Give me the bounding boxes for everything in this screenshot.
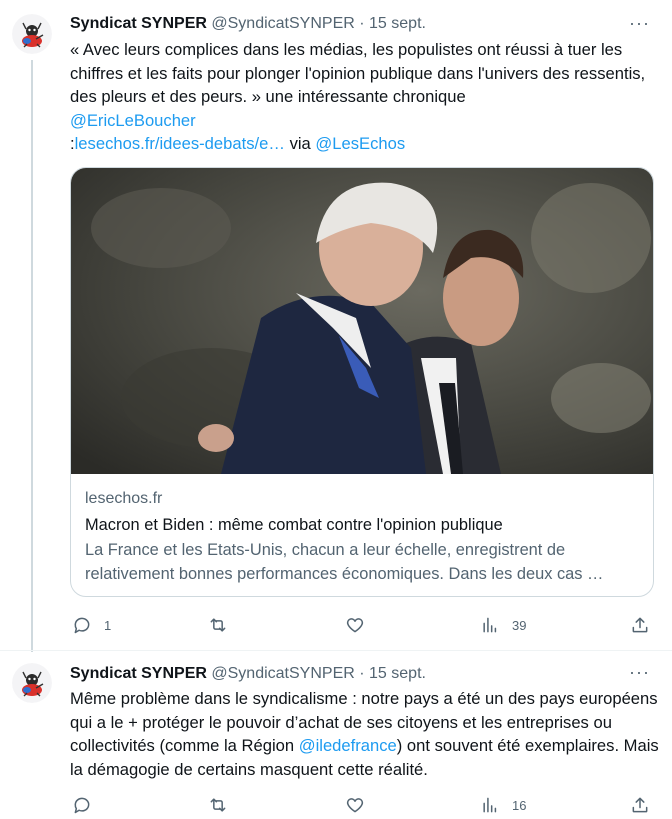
tweet-header: Syndicat SYNPER @SyndicatSYNPER · 15 sep… <box>70 13 426 35</box>
avatar[interactable] <box>12 663 52 703</box>
retweet-button[interactable] <box>208 613 240 637</box>
card-image <box>71 168 653 474</box>
tweet-date[interactable]: 15 sept. <box>369 15 426 32</box>
tweet[interactable]: Syndicat SYNPER @SyndicatSYNPER · 15 sep… <box>0 650 672 819</box>
reply-icon <box>74 797 90 814</box>
tweet[interactable]: Syndicat SYNPER @SyndicatSYNPER · 15 sep… <box>0 0 672 652</box>
more-horizontal-icon[interactable]: ··· <box>629 14 650 32</box>
url-link[interactable]: lesechos.fr/idees-debats/e… <box>75 134 285 153</box>
card-domain: lesechos.fr <box>85 490 163 507</box>
tweet-text-body: « Avec leurs complices dans les médias, … <box>70 40 646 106</box>
mention-link[interactable]: @iledefrance <box>299 736 397 755</box>
reply-count: 1 <box>104 617 112 633</box>
mention-link[interactable]: @EricLeBoucher <box>70 111 196 130</box>
heart-icon <box>346 798 364 813</box>
views-count: 16 <box>512 797 527 813</box>
views-button[interactable]: 16 <box>480 793 526 817</box>
tweet-date[interactable]: 15 sept. <box>369 665 426 682</box>
heart-icon <box>346 618 364 633</box>
share-icon <box>632 797 648 813</box>
reply-icon <box>74 617 90 634</box>
retweet-icon <box>210 798 226 812</box>
avatar[interactable] <box>12 14 52 54</box>
like-button[interactable] <box>345 613 377 637</box>
card-description: La France et les Etats-Unis, chacun a le… <box>85 541 604 583</box>
like-button[interactable] <box>345 793 377 817</box>
separator: · <box>359 15 365 32</box>
separator: · <box>359 665 365 682</box>
author-name[interactable]: Syndicat SYNPER <box>70 15 207 32</box>
reply-button[interactable] <box>72 793 104 817</box>
reply-button[interactable]: 1 <box>72 613 111 637</box>
views-icon <box>483 797 497 813</box>
tweet-header: Syndicat SYNPER @SyndicatSYNPER · 15 sep… <box>70 663 426 685</box>
more-horizontal-icon[interactable]: ··· <box>629 663 650 681</box>
tweet-text: « Avec leurs complices dans les médias, … <box>70 38 660 156</box>
link-card[interactable]: lesechos.fr Macron et Biden : même comba… <box>70 167 654 597</box>
views-count: 39 <box>512 617 527 633</box>
author-handle[interactable]: @SyndicatSYNPER <box>211 15 354 32</box>
share-icon <box>632 617 648 633</box>
share-button[interactable] <box>630 793 650 817</box>
tweet-text: Même problème dans le syndicalisme : not… <box>70 687 660 781</box>
retweet-button[interactable] <box>208 793 240 817</box>
via-label: via <box>289 134 311 153</box>
views-button[interactable]: 39 <box>480 613 526 637</box>
author-handle[interactable]: @SyndicatSYNPER <box>211 665 354 682</box>
tweet-actions: 16 <box>70 793 660 817</box>
thread-line <box>31 60 33 652</box>
views-icon <box>483 617 497 633</box>
mention-link[interactable]: @LesEchos <box>315 134 405 153</box>
card-title: Macron et Biden : même combat contre l'o… <box>85 516 503 534</box>
tweet-actions: 1 39 <box>70 613 660 637</box>
share-button[interactable] <box>630 613 650 637</box>
author-name[interactable]: Syndicat SYNPER <box>70 665 207 682</box>
retweet-icon <box>210 618 226 632</box>
